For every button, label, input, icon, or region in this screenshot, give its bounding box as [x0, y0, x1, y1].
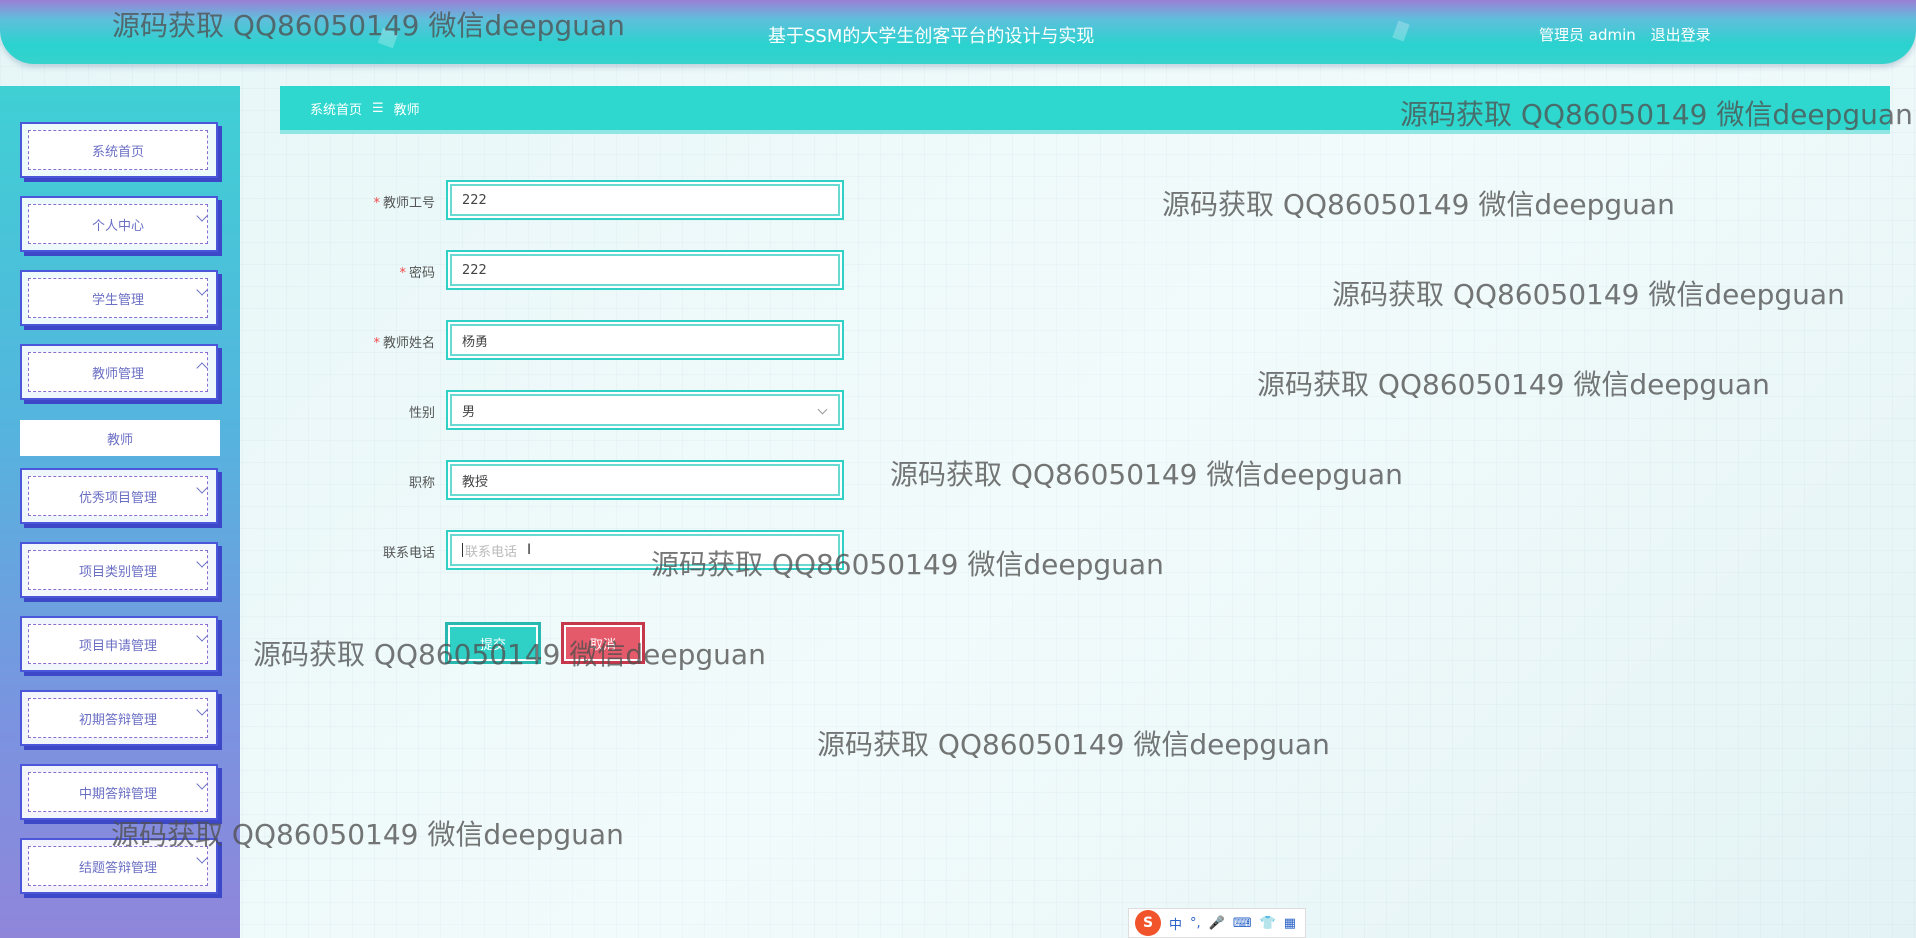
watermark: 源码获取 QQ86050149 微信deepguan: [890, 458, 1403, 491]
gender-select-value: 男: [462, 404, 476, 420]
submenu-item-teacher[interactable]: 教师: [20, 420, 220, 456]
teacher-id-input[interactable]: 222: [446, 180, 844, 220]
sidebar-item-midterm-defense[interactable]: 中期答辩管理: [20, 764, 218, 820]
breadcrumb-separator-icon: ☰: [372, 100, 384, 116]
sidebar-item-students[interactable]: 学生管理: [20, 270, 218, 326]
ime-punctuation-icon[interactable]: °,: [1190, 916, 1201, 931]
sidebar-item-project-categories[interactable]: 项目类别管理: [20, 542, 218, 598]
required-icon: *: [399, 266, 406, 281]
submit-button[interactable]: 提交: [445, 622, 541, 664]
breadcrumb-current: 教师: [393, 102, 420, 118]
phone-placeholder: 联系电话: [465, 544, 518, 560]
menu-label: 个人中心: [28, 204, 208, 244]
watermark: 源码获取 QQ86050149 微信deepguan: [1257, 368, 1770, 401]
password-input[interactable]: 222: [446, 250, 844, 290]
ime-mode[interactable]: 中: [1169, 914, 1182, 933]
menu-label: 教师管理: [28, 352, 208, 392]
menu-label: 学生管理: [28, 278, 208, 318]
header-decoration: [377, 27, 399, 49]
top-header: 基于SSM的大学生创客平台的设计与实现 管理员 admin 退出登录: [0, 0, 1916, 64]
form-row-teacher-id: * 教师工号 222: [300, 180, 860, 220]
watermark: 源码获取 QQ86050149 微信deepguan: [817, 728, 1330, 761]
microphone-icon[interactable]: 🎤: [1209, 916, 1225, 931]
sidebar-item-excellent-projects[interactable]: 优秀项目管理: [20, 468, 218, 524]
sogou-logo-icon: S: [1135, 910, 1161, 936]
header-decoration: [1392, 20, 1410, 42]
form-row-teacher-name: * 教师姓名 杨勇: [300, 320, 860, 360]
menu-label: 优秀项目管理: [28, 476, 208, 516]
current-user: 管理员 admin: [1539, 26, 1636, 44]
required-icon: *: [373, 336, 380, 351]
sidebar-item-profile[interactable]: 个人中心: [20, 196, 218, 252]
required-icon: *: [373, 196, 380, 211]
sidebar-item-final-defense[interactable]: 结题答辩管理: [20, 838, 218, 894]
field-label: * 密码: [399, 266, 435, 281]
skin-icon[interactable]: 👕: [1260, 916, 1276, 931]
sidebar-item-teachers[interactable]: 教师管理: [20, 344, 218, 400]
site-title: 基于SSM的大学生创客平台的设计与实现: [768, 26, 1095, 47]
sidebar-item-project-applications[interactable]: 项目申请管理: [20, 616, 218, 672]
field-label: * 教师工号: [373, 196, 435, 211]
form-row-password: * 密码 222: [300, 250, 860, 290]
chevron-down-icon: [817, 404, 828, 415]
ibeam-cursor-icon: I: [527, 542, 532, 558]
phone-input[interactable]: 联系电话 I: [446, 530, 844, 570]
keyboard-icon[interactable]: ⌨: [1233, 916, 1252, 931]
gender-select[interactable]: 男: [446, 390, 844, 430]
field-label: 性别: [408, 406, 435, 421]
menu-label: 项目申请管理: [28, 624, 208, 664]
toolbox-icon[interactable]: ▦: [1284, 916, 1296, 931]
teacher-name-input[interactable]: 杨勇: [446, 320, 844, 360]
field-label: 职称: [408, 476, 435, 491]
sidebar-item-home[interactable]: 系统首页: [20, 122, 218, 178]
breadcrumb-home[interactable]: 系统首页: [310, 99, 362, 118]
form-row-title: 职称 教授: [300, 460, 860, 500]
menu-label: 初期答辩管理: [28, 698, 208, 738]
cancel-button[interactable]: 取消: [561, 622, 645, 664]
logout-link[interactable]: 退出登录: [1651, 26, 1711, 44]
sidebar: 系统首页 个人中心 学生管理 教师管理 教师 优秀项目管理 项目类别管理 项目申…: [0, 86, 240, 938]
sidebar-item-initial-defense[interactable]: 初期答辩管理: [20, 690, 218, 746]
form-row-gender: 性别 男: [300, 390, 860, 430]
user-info: 管理员 admin 退出登录: [1539, 24, 1721, 45]
menu-label: 中期答辩管理: [28, 772, 208, 812]
text-caret: [462, 543, 463, 557]
breadcrumb: 系统首页 ☰ 教师: [280, 86, 1890, 130]
watermark: 源码获取 QQ86050149 微信deepguan: [1162, 188, 1675, 221]
title-input[interactable]: 教授: [446, 460, 844, 500]
field-label: * 教师姓名: [373, 336, 435, 351]
field-label: 联系电话: [382, 546, 435, 561]
form-row-phone: 联系电话 联系电话 I: [300, 530, 860, 570]
menu-label: 项目类别管理: [28, 550, 208, 590]
menu-label: 结题答辩管理: [28, 846, 208, 886]
watermark: 源码获取 QQ86050149 微信deepguan: [1332, 278, 1845, 311]
ime-toolbar[interactable]: S 中 °, 🎤 ⌨ 👕 ▦: [1128, 908, 1306, 938]
menu-label: 系统首页: [28, 130, 208, 170]
